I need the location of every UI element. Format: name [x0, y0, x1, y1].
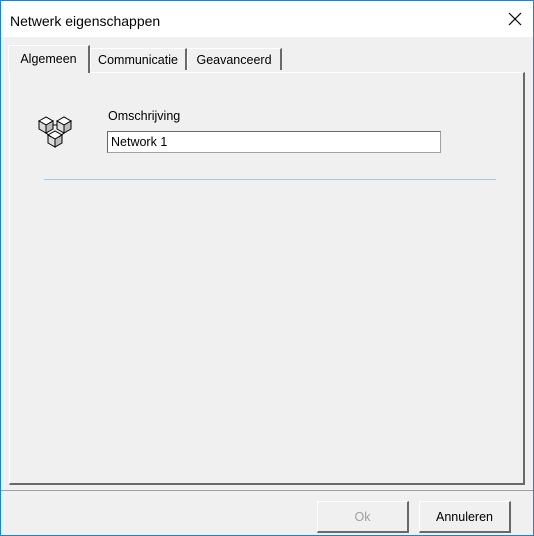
- close-icon: [508, 12, 522, 26]
- description-input[interactable]: [107, 131, 441, 153]
- ok-button[interactable]: Ok: [317, 501, 409, 533]
- title-bar[interactable]: Netwerk eigenschappen: [1, 1, 533, 37]
- cancel-button[interactable]: Annuleren: [419, 501, 511, 533]
- tab-geavanceerd[interactable]: Geavanceerd: [187, 48, 282, 70]
- window-title: Netwerk eigenschappen: [10, 13, 161, 29]
- description-label: Omschrijving: [108, 109, 181, 123]
- dialog-window: Netwerk eigenschappen Algemeen Communica…: [0, 0, 534, 536]
- tab-label: Algemeen: [20, 52, 77, 66]
- footer-divider: [1, 490, 533, 491]
- tab-communicatie[interactable]: Communicatie: [90, 48, 187, 70]
- tab-algemeen[interactable]: Algemeen: [8, 45, 90, 73]
- tab-label: Communicatie: [98, 53, 178, 67]
- network-icon: [37, 116, 73, 148]
- separator-line: [44, 179, 496, 180]
- close-button[interactable]: [497, 1, 533, 37]
- tab-label: Geavanceerd: [196, 53, 272, 67]
